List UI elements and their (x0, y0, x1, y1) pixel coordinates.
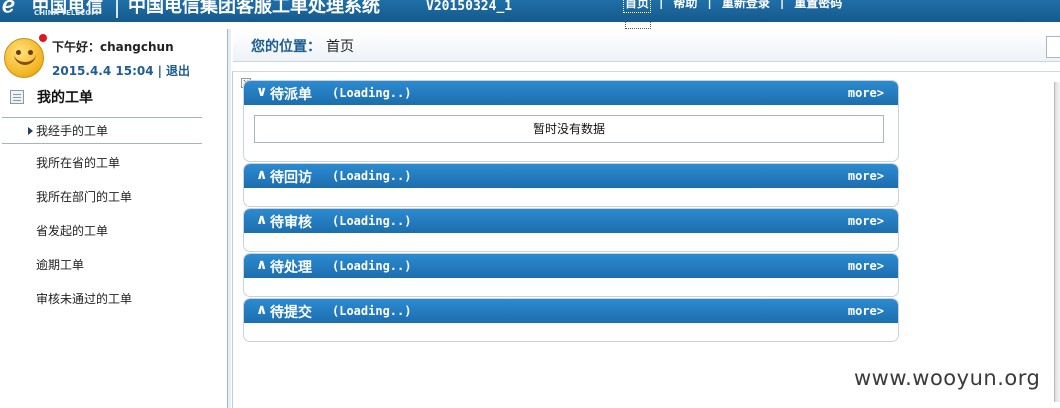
collapse-arrow-icon: ∨ (256, 84, 268, 100)
sidebar-item-province-initiated[interactable]: 省发起的工单 (0, 218, 202, 252)
sidebar-menu: 我经手的工单 我所在省的工单 我所在部门的工单 省发起的工单 逾期工单 审核未通… (0, 117, 202, 320)
sidebar-item-my-handled[interactable]: 我经手的工单 (2, 117, 202, 144)
breadcrumb: 您的位置： 首页 (233, 30, 1060, 62)
sidebar-item-review-rejected[interactable]: 审核未通过的工单 (0, 286, 202, 320)
panel-loading-status: (Loading..) (332, 86, 412, 100)
more-link[interactable]: more> (848, 86, 884, 100)
top-header-bar: ℯ 中国电信 CHINA TELECOM 中国电信集团客服工单处理系统 V201… (0, 0, 1060, 22)
logo-subtext: CHINA TELECOM (34, 9, 99, 17)
datetime-separator: | (157, 64, 162, 78)
panel-loading-status: (Loading..) (332, 304, 412, 318)
more-link[interactable]: more> (848, 259, 884, 273)
system-title: 中国电信集团客服工单处理系统 (128, 0, 380, 17)
panel-header[interactable]: ∧ 待审核 (Loading..) more> (244, 209, 898, 233)
main-content: × ∨ 待派单 (Loading..) more> 暂时没有数据 ∧ 待回访 (… (232, 71, 1060, 408)
panel-loading-status: (Loading..) (332, 214, 412, 228)
sidebar-item-overdue[interactable]: 逾期工单 (0, 252, 202, 286)
login-datetime: 2015.4.4 15:04 | 退出 (52, 62, 190, 79)
expand-arrow-icon: ∧ (256, 167, 268, 183)
nav-home-link[interactable]: 首页 (622, 0, 652, 13)
panel-title: 待审核 (270, 215, 312, 231)
expand-arrow-icon: ∧ (256, 257, 268, 273)
user-info: 下午好：changchun 2015.4.4 15:04 | 退出 (0, 29, 212, 81)
menu-title: 我的工单 (37, 90, 93, 106)
panel-pending-callback: ∧ 待回访 (Loading..) more> (243, 163, 899, 207)
empty-data-message: 暂时没有数据 (254, 115, 884, 143)
watermark-text: www.wooyun.org (854, 366, 1041, 390)
panel-header[interactable]: ∧ 待处理 (Loading..) more> (244, 254, 898, 278)
breadcrumb-current: 首页 (326, 39, 354, 55)
nav-home-focus-outline (625, 20, 651, 29)
more-link[interactable]: more> (848, 214, 884, 228)
panel-title: 待提交 (270, 305, 312, 321)
panel-loading-status: (Loading..) (332, 169, 412, 183)
nav-help-link[interactable]: 帮助 (673, 0, 697, 11)
header-divider (116, 0, 118, 18)
panel-pending-dispatch: ∨ 待派单 (Loading..) more> 暂时没有数据 (243, 80, 899, 162)
scrollbar[interactable] (1054, 82, 1060, 402)
avatar-smile-icon (14, 53, 36, 65)
china-telecom-logo-icon: ℯ (2, 0, 16, 18)
system-version: V20150324_1 (426, 0, 513, 14)
menu-header: 我的工单 (8, 87, 203, 109)
panel-pending-submit: ∧ 待提交 (Loading..) more> (243, 298, 899, 342)
panel-title: 待处理 (270, 260, 312, 276)
panel-loading-status: (Loading..) (332, 259, 412, 273)
breadcrumb-label: 您的位置： (251, 39, 321, 55)
panel-header[interactable]: ∨ 待派单 (Loading..) more> (244, 81, 898, 105)
nav-separator: | (707, 0, 712, 9)
panel-header[interactable]: ∧ 待提交 (Loading..) more> (244, 299, 898, 323)
sidebar: 下午好：changchun 2015.4.4 15:04 | 退出 我的工单 我经手… (0, 29, 231, 408)
list-icon (10, 90, 24, 104)
panel-pending-process: ∧ 待处理 (Loading..) more> (243, 253, 899, 297)
datetime-value: 2015.4.4 15:04 (52, 64, 154, 78)
panel-title: 待派单 (270, 87, 312, 103)
nav-separator: | (779, 0, 785, 9)
more-link[interactable]: more> (848, 304, 884, 318)
header-right-box (1046, 36, 1060, 58)
sidebar-item-my-province[interactable]: 我所在省的工单 (0, 150, 202, 184)
panel-pending-review: ∧ 待审核 (Loading..) more> (243, 208, 899, 252)
nav-reset-password-link[interactable]: 重置密码 (794, 0, 842, 11)
panel-title: 待回访 (270, 170, 312, 186)
notification-dot-icon (38, 33, 48, 43)
expand-arrow-icon: ∧ (256, 212, 268, 228)
logout-link[interactable]: 退出 (166, 64, 190, 78)
sidebar-item-my-department[interactable]: 我所在部门的工单 (0, 184, 202, 218)
expand-arrow-icon: ∧ (256, 302, 268, 318)
panel-header[interactable]: ∧ 待回访 (Loading..) more> (244, 164, 898, 188)
nav-relogin-link[interactable]: 重新登录 (722, 0, 770, 11)
top-nav: 首页 | 帮助 | 重新登录 | 重置密码 (622, 0, 842, 13)
avatar[interactable] (4, 38, 44, 78)
nav-separator: | (659, 0, 664, 9)
more-link[interactable]: more> (848, 169, 884, 183)
user-greeting: 下午好：changchun (52, 40, 174, 54)
